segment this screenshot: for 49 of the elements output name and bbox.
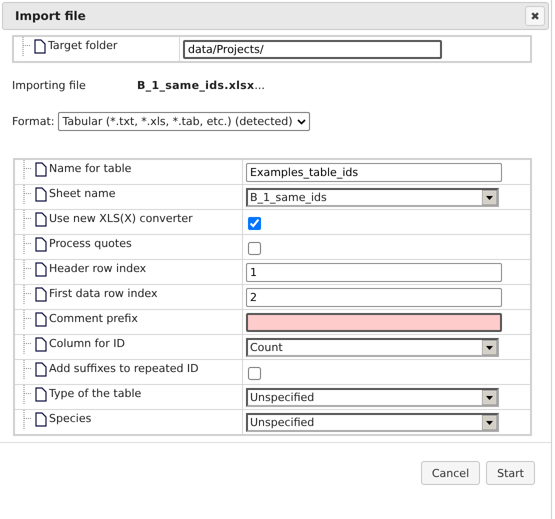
format-dropdown[interactable]: Tabular (*.txt, *.xls, *.tab, etc.) (detected): [58, 112, 310, 131]
document-icon: [35, 262, 47, 277]
field-label: Use new XLS(X) converter: [49, 212, 193, 226]
document-icon: [35, 362, 47, 377]
file-name: B_1_same_ids.xlsx...: [137, 79, 265, 92]
field-label: Species: [49, 412, 92, 426]
field-label: Header row index: [49, 262, 146, 276]
document-icon: [34, 39, 46, 54]
caret-icon: [482, 390, 497, 405]
dialog-button[interactable]: Start: [486, 461, 535, 485]
caret-icon: [482, 415, 497, 430]
field-label: Name for table: [49, 162, 132, 176]
document-icon: [35, 162, 47, 177]
document-icon: [35, 387, 47, 402]
document-icon: [35, 187, 47, 202]
checkbox[interactable]: [248, 367, 261, 380]
text-field[interactable]: 1: [246, 263, 502, 282]
dialog-button[interactable]: Cancel: [420, 461, 480, 485]
document-icon: [35, 337, 47, 352]
text-field[interactable]: 2: [246, 288, 502, 307]
checkbox[interactable]: [248, 217, 261, 230]
text-field[interactable]: [246, 313, 502, 332]
dropdown[interactable]: B_1_same_ids: [246, 188, 499, 207]
document-icon: [35, 287, 47, 302]
chevron-icon: [296, 118, 306, 124]
field-label: Column for ID: [49, 337, 125, 351]
field-label: Type of the table: [49, 387, 142, 401]
text-field[interactable]: Examples_table_ids: [246, 163, 502, 182]
field-label: Comment prefix: [49, 312, 138, 326]
field-label: Target folder: [48, 39, 118, 53]
checkbox[interactable]: [248, 242, 261, 255]
document-icon: [35, 412, 47, 427]
caret-icon: [482, 190, 497, 205]
field-label: Add suffixes to repeated ID: [49, 362, 199, 376]
dropdown[interactable]: Count: [246, 338, 499, 357]
field-label: Sheet name: [49, 187, 116, 201]
importing-label: Importing file: [12, 79, 87, 92]
close-button[interactable]: ✖: [525, 6, 545, 26]
text-field[interactable]: data/Projects/: [183, 40, 442, 59]
field-label: Process quotes: [49, 237, 132, 251]
document-icon: [35, 237, 47, 252]
document-icon: [35, 212, 47, 227]
document-icon: [35, 312, 47, 327]
window-title: Import file: [15, 9, 86, 23]
caret-icon: [482, 340, 497, 355]
format-label: Format:: [12, 115, 54, 128]
dropdown[interactable]: Unspecified: [246, 413, 499, 432]
dropdown[interactable]: Unspecified: [246, 388, 499, 407]
field-label: First data row index: [49, 287, 158, 301]
